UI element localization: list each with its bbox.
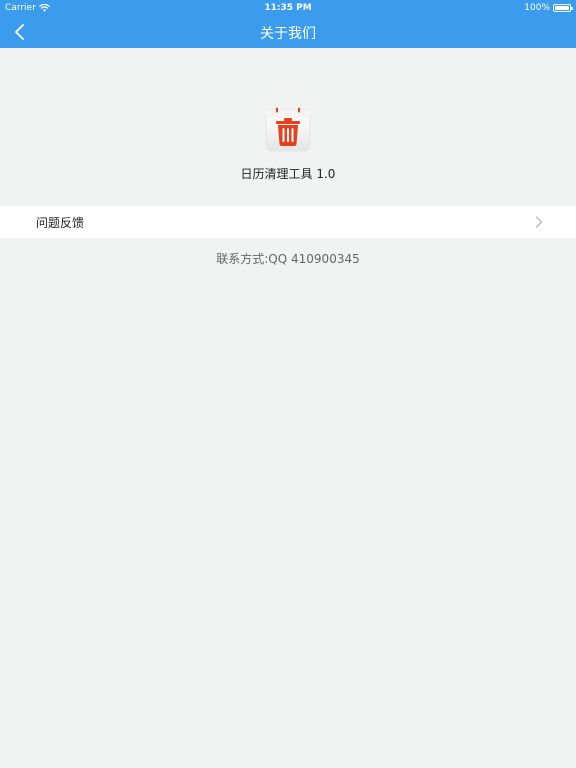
battery-group: 100% — [524, 3, 573, 13]
navigation-bar: 关于我们 — [0, 16, 576, 48]
feedback-row[interactable]: 问题反馈 — [0, 206, 576, 238]
status-bar: Carrier 11:35 PM 100% — [0, 0, 576, 16]
contact-info: 联系方式:QQ 410900345 — [216, 252, 360, 266]
battery-icon — [553, 4, 573, 12]
page-title: 关于我们 — [260, 26, 316, 42]
battery-percent: 100% — [524, 3, 550, 13]
trash-can-icon — [265, 107, 311, 152]
feedback-label: 问题反馈 — [36, 216, 85, 230]
top-bar: Carrier 11:35 PM 100% 关于我们 — [0, 0, 576, 48]
status-time: 11:35 PM — [264, 3, 312, 13]
app-name: 日历清理工具 1.0 — [240, 167, 336, 181]
screen: Carrier 11:35 PM 100% 关于我们 日历清理工具 1.0 问题… — [0, 0, 576, 768]
chevron-right-icon — [535, 216, 543, 228]
